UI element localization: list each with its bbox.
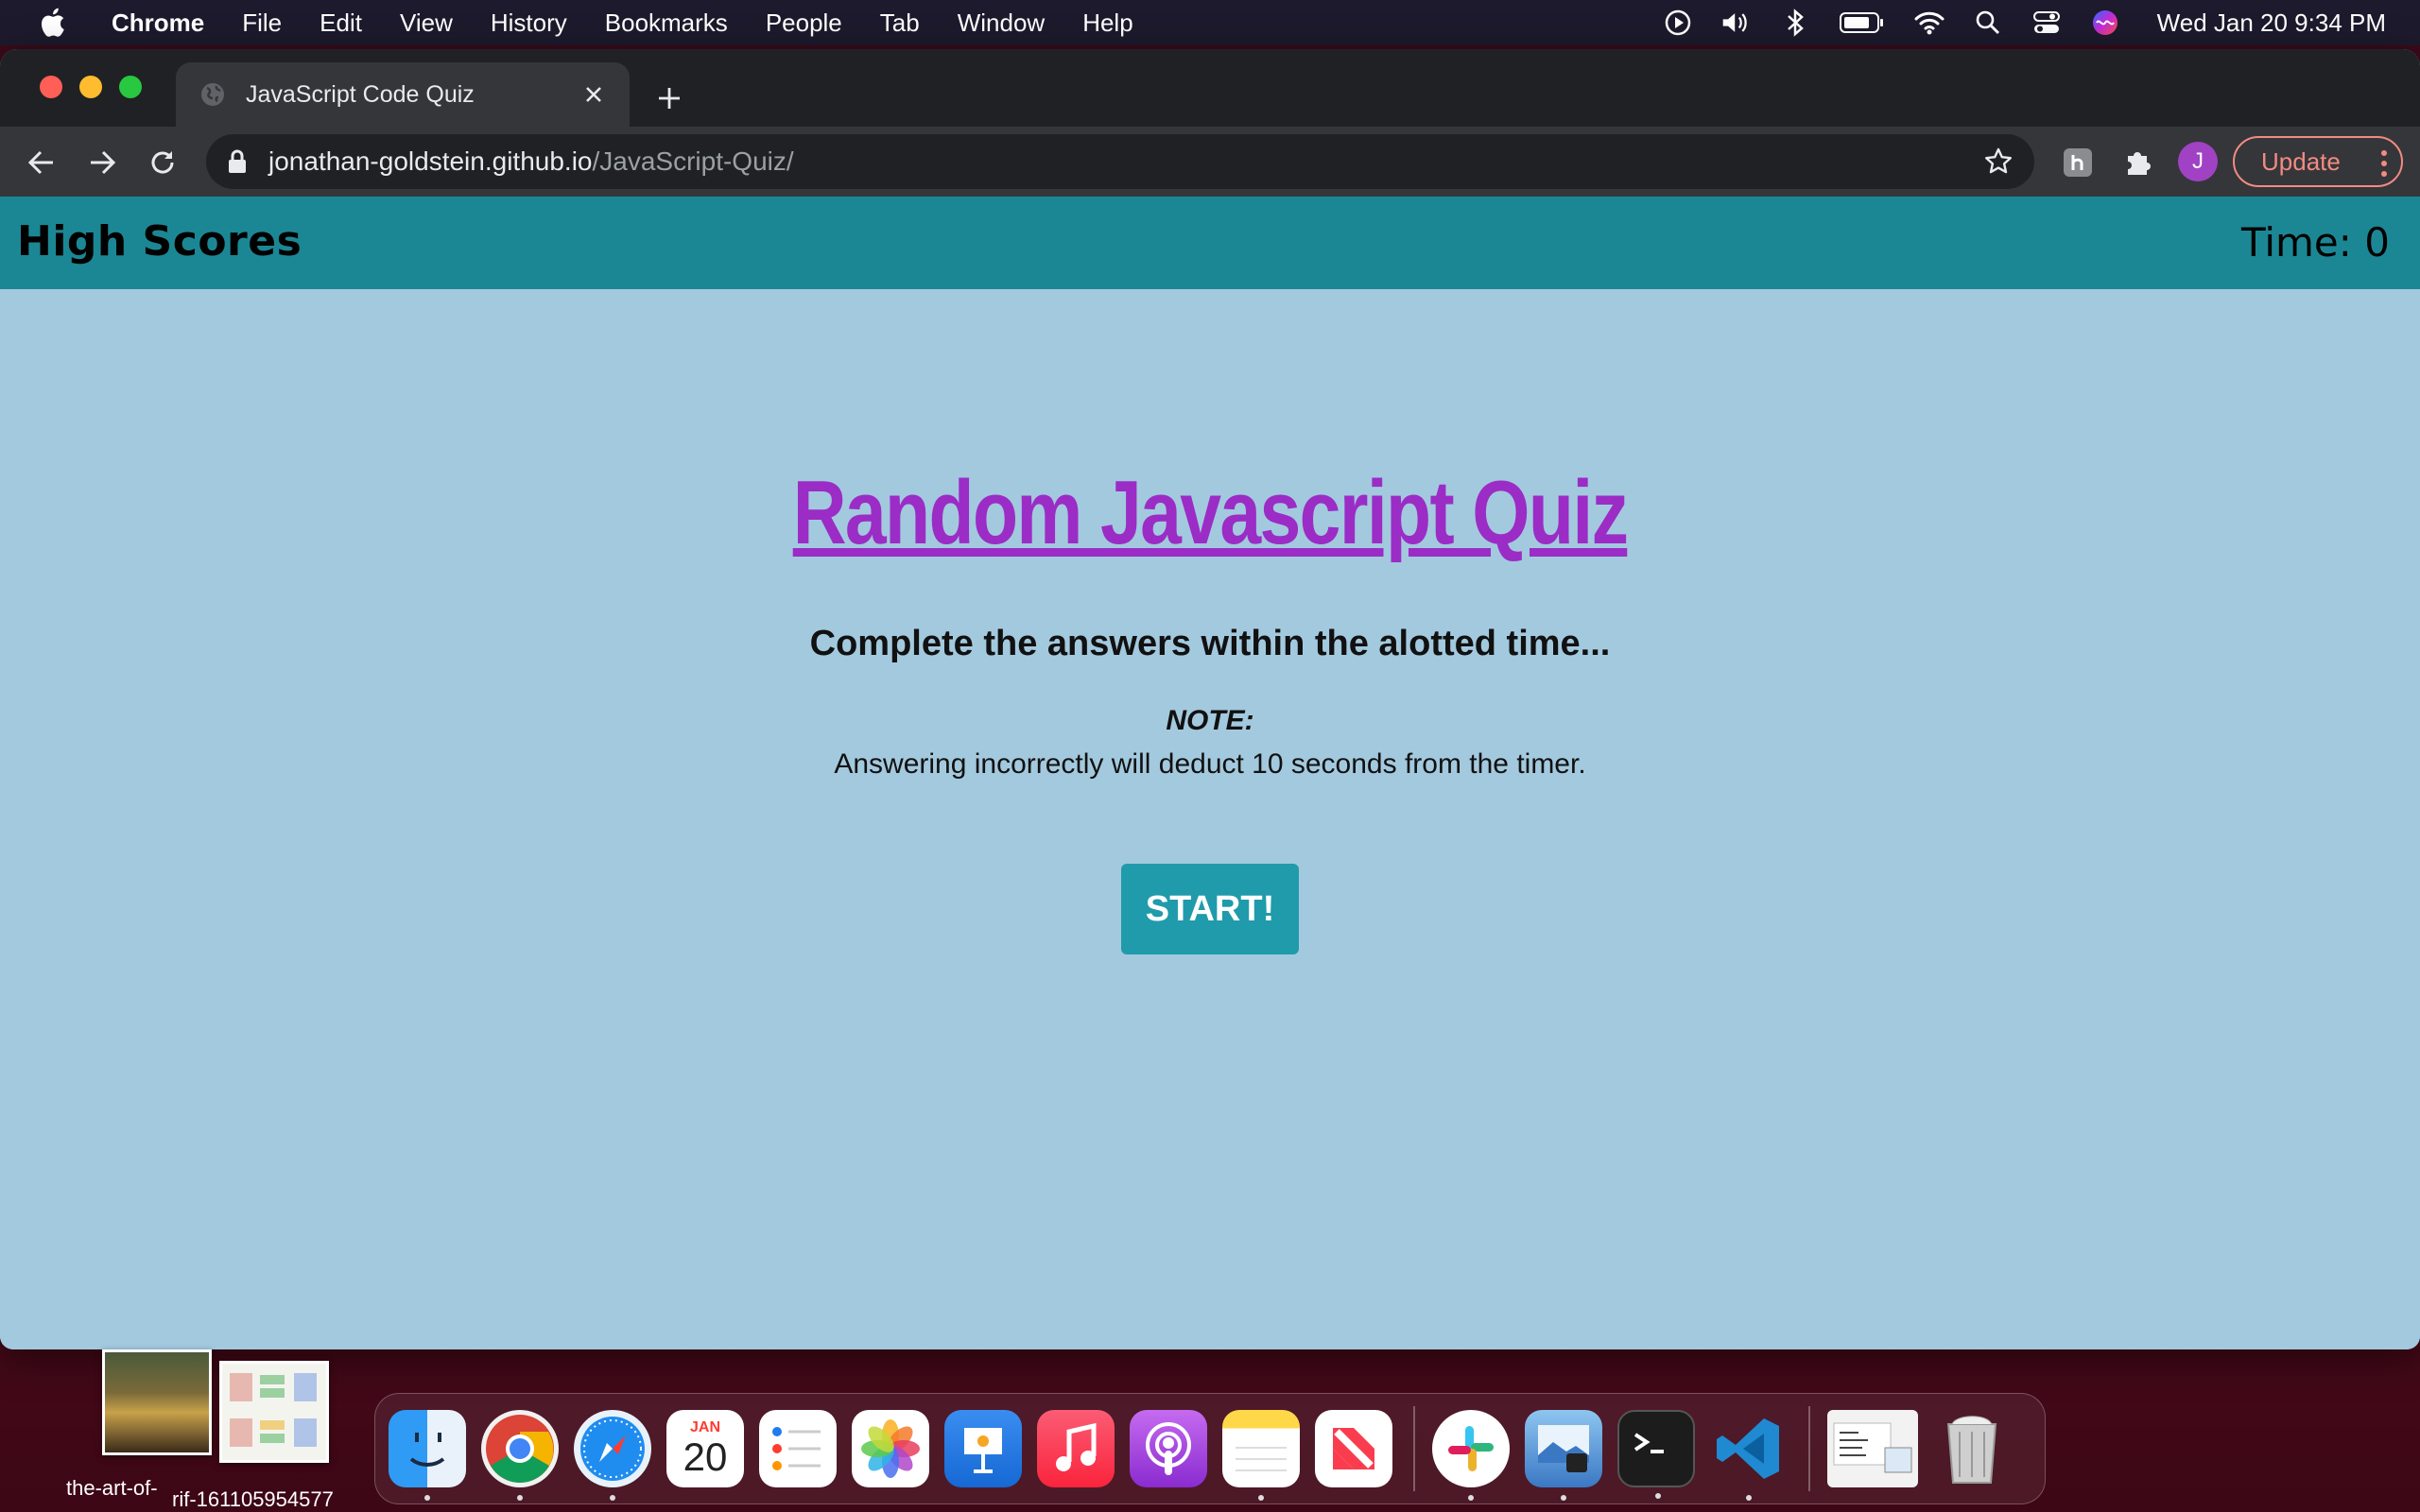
chart-thumbnail [219,1361,329,1463]
calendar-icon[interactable]: JAN 20 [666,1410,744,1487]
page-subtitle: Complete the answers within the alotted … [809,624,1611,663]
control-center-icon[interactable] [2031,7,2063,39]
menu-view[interactable]: View [400,9,453,38]
desktop-file-painting[interactable] [102,1349,214,1455]
preview-icon[interactable] [1525,1410,1602,1501]
tab-strip: JavaScript Code Quiz [0,49,2420,127]
spotlight-search-icon[interactable] [1972,7,2004,39]
desktop-file-label-2: rif-161105954577 [172,1487,334,1511]
minimize-window-button[interactable] [79,76,102,98]
back-arrow-icon[interactable] [23,144,60,181]
slack-icon[interactable] [1432,1410,1510,1501]
high-scores-link[interactable]: High Scores [17,217,302,266]
trash-icon[interactable] [1933,1410,2011,1487]
bluetooth-icon[interactable] [1779,7,1811,39]
site-header: High Scores Time: 0 [0,197,2420,289]
page-title: Random Javascript Quiz [792,462,1629,563]
url-host: jonathan-goldstein.github.io [268,146,593,176]
menu-history[interactable]: History [491,9,567,38]
web-page: High Scores Time: 0 Random Javascript Qu… [0,197,2420,1349]
safari-icon[interactable] [574,1410,651,1501]
menu-bookmarks[interactable]: Bookmarks [605,9,728,38]
url-path: /JavaScript-Quiz/ [592,146,794,176]
chrome-icon[interactable] [481,1410,559,1501]
screen-recording-icon[interactable] [1662,7,1694,39]
finder-icon[interactable] [389,1410,466,1501]
menubar-clock[interactable]: Wed Jan 20 9:34 PM [2157,9,2386,38]
news-icon[interactable] [1315,1410,1392,1487]
more-menu-icon[interactable] [2380,149,2388,178]
tab-title: JavaScript Code Quiz [246,80,475,108]
keynote-icon[interactable] [944,1410,1022,1487]
siri-icon[interactable] [2089,7,2121,39]
chrome-window: JavaScript Code Quiz jonathan-goldstein.… [0,49,2420,1349]
window-controls [40,76,142,98]
menu-people[interactable]: People [766,9,842,38]
close-tab-icon[interactable] [580,81,607,108]
menu-app-name[interactable]: Chrome [112,9,204,38]
browser-toolbar: jonathan-goldstein.github.io/JavaScript-… [0,127,2420,197]
macos-menu-bar: Chrome File Edit View History Bookmarks … [0,0,2420,45]
quiz-timer: Time: 0 [2240,219,2390,266]
notes-icon[interactable] [1222,1410,1300,1501]
menu-edit[interactable]: Edit [320,9,362,38]
zoom-window-button[interactable] [119,76,142,98]
downloads-stack-icon[interactable] [1827,1410,1918,1487]
calendar-day: 20 [683,1435,728,1479]
start-button[interactable]: START! [1121,864,1299,954]
painting-thumbnail [102,1349,212,1455]
forward-arrow-icon[interactable] [83,144,121,181]
tab-javascript-code-quiz[interactable]: JavaScript Code Quiz [176,62,630,127]
vscode-icon[interactable] [1710,1410,1788,1501]
dock-separator [1413,1406,1415,1491]
new-tab-icon[interactable] [652,81,686,115]
menu-file[interactable]: File [242,9,282,38]
dock: JAN 20 [374,1393,2046,1504]
menu-window[interactable]: Window [958,9,1045,38]
close-window-button[interactable] [40,76,62,98]
photos-icon[interactable] [852,1410,929,1487]
terminal-icon[interactable] [1617,1410,1695,1499]
desktop-file-chart[interactable] [219,1361,331,1463]
update-button-label: Update [2261,146,2341,176]
extension-icon[interactable] [2059,144,2097,181]
update-button[interactable]: Update [2233,136,2403,187]
dock-separator-2 [1808,1406,1810,1491]
reload-icon[interactable] [144,144,182,181]
extensions-puzzle-icon[interactable] [2119,144,2157,181]
note-text: Answering incorrectly will deduct 10 sec… [834,748,1586,780]
wifi-icon[interactable] [1913,7,1945,39]
menu-help[interactable]: Help [1082,9,1132,38]
note-label: NOTE: [1166,705,1254,736]
menubar-status-area: Wed Jan 20 9:34 PM [1662,0,2386,45]
reminders-icon[interactable] [759,1410,837,1487]
globe-icon [199,80,227,109]
podcasts-icon[interactable] [1130,1410,1207,1487]
profile-avatar[interactable]: J [2178,142,2218,181]
address-bar[interactable]: jonathan-goldstein.github.io/JavaScript-… [206,134,2034,189]
menu-tab[interactable]: Tab [880,9,920,38]
bookmark-star-icon[interactable] [1981,145,2015,179]
battery-icon[interactable] [1838,7,1887,39]
music-icon[interactable] [1037,1410,1115,1487]
lock-icon[interactable] [227,148,250,175]
volume-icon[interactable] [1720,7,1753,39]
apple-menu-icon[interactable] [38,7,83,39]
